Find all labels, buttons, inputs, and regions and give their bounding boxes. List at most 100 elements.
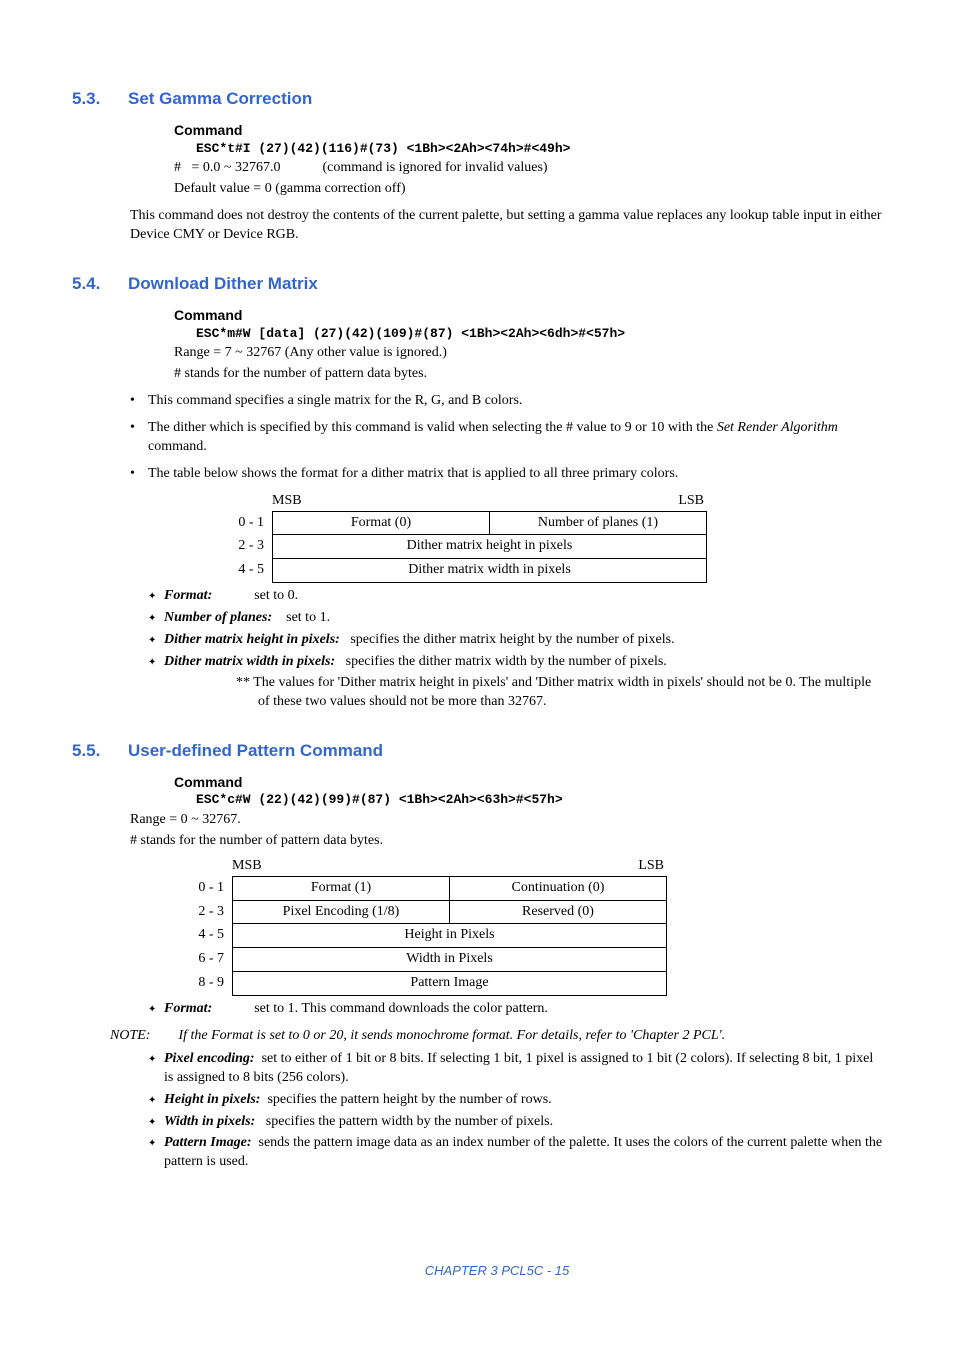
table-row: 0 - 1 Format (1) Continuation (0) [180,876,667,900]
row-label: 2 - 3 [180,900,233,924]
row-label: 0 - 1 [180,876,233,900]
label: Pattern Image: [164,1135,252,1150]
label: Height in pixels: [164,1092,260,1107]
table-5-4: 0 - 1 Format (0) Number of planes (1) 2 … [220,511,707,584]
line-default-5-3: Default value = 0 (gamma correction off) [174,180,884,199]
msb-label: MSB [232,857,262,876]
rest: sends the pattern image data as an index… [164,1135,882,1169]
sub-5-5-width: Width in pixels: specifies the pattern w… [148,1113,884,1132]
msb-lsb-row-5-5: MSB LSB [180,857,664,876]
sub-5-5-pixel: Pixel encoding: set to either of 1 bit o… [148,1050,884,1088]
label: Width in pixels: [164,1114,255,1129]
row-label: 6 - 7 [180,948,233,972]
cell: Pixel Encoding (1/8) [233,900,450,924]
sub-5-4-planes: Number of planes: set to 1. [148,609,884,628]
label: Pixel encoding: [164,1051,255,1066]
msb-label: MSB [272,492,302,511]
command-code-5-4: ESC*m#W [data] (27)(42)(109)#(87) <1Bh><… [196,325,884,343]
line-hash-5-3: # = 0.0 ~ 32767.0 (command is ignored fo… [174,159,884,178]
note-label: NOTE: [110,1028,150,1043]
section-5-3-num: 5.3. [72,88,108,111]
section-5-4-num: 5.4. [72,273,108,296]
sub-5-4-format: Format: set to 0. [148,587,884,606]
command-code-5-5: ESC*c#W (22)(42)(99)#(87) <1Bh><2Ah><63h… [196,791,884,809]
row-label: 4 - 5 [220,559,273,583]
cell: Dither matrix height in pixels [273,535,707,559]
bullet-5-4-3: The table below shows the format for a d… [130,465,884,484]
sub-5-5-height: Height in pixels: specifies the pattern … [148,1091,884,1110]
command-label-5-5: Command [174,773,884,792]
b2-ital: Set Render Algorithm [717,420,838,435]
section-5-4-heading: 5.4. Download Dither Matrix [72,273,884,296]
command-label-5-3: Command [174,121,884,140]
page-footer: CHAPTER 3 PCL5C - 15 [110,1262,884,1280]
msb-lsb-row-5-4: MSB LSB [220,492,704,511]
row-label: 0 - 1 [220,511,273,535]
table-row: 8 - 9 Pattern Image [180,972,667,996]
sub-5-4-width: Dither matrix width in pixels: specifies… [148,653,884,712]
rest: specifies the pattern height by the numb… [267,1092,551,1107]
cell: Width in Pixels [233,948,667,972]
table-row: 6 - 7 Width in Pixels [180,948,667,972]
line-stands-5-5: # stands for the number of pattern data … [130,832,884,851]
b2-before: The dither which is specified by this co… [148,420,717,435]
cell: Height in Pixels [233,924,667,948]
b2-after: command. [148,439,207,454]
section-5-3-title: Set Gamma Correction [128,88,312,111]
lsb-label: LSB [638,857,664,876]
rest: set to 1. [286,610,330,625]
line-range-5-5: Range = 0 ~ 32767. [130,811,884,830]
hash-content: # = 0.0 ~ 32767.0 (command is ignored fo… [174,160,548,175]
row-label: 8 - 9 [180,972,233,996]
section-5-5-title: User-defined Pattern Command [128,740,383,763]
cell: Continuation (0) [450,876,667,900]
table-5-4-wrap: MSB LSB 0 - 1 Format (0) Number of plane… [220,492,884,584]
sub-5-4-height: Dither matrix height in pixels: specifie… [148,631,884,650]
command-label-5-4: Command [174,306,884,325]
section-5-3-heading: 5.3. Set Gamma Correction [72,88,884,111]
rest: set to either of 1 bit or 8 bits. If sel… [164,1051,873,1085]
table-row: 4 - 5 Dither matrix width in pixels [220,559,707,583]
row-label: 2 - 3 [220,535,273,559]
cell: Pattern Image [233,972,667,996]
note-text: If the Format is set to 0 or 20, it send… [178,1028,725,1043]
line-stands-5-4: # stands for the number of pattern data … [174,365,884,384]
rest: set to 1. This command downloads the col… [254,1001,548,1016]
table-row: 2 - 3 Pixel Encoding (1/8) Reserved (0) [180,900,667,924]
table-5-5: 0 - 1 Format (1) Continuation (0) 2 - 3 … [180,876,667,996]
sublist-5-5b: Pixel encoding: set to either of 1 bit o… [148,1050,884,1172]
note-stars-5-4: ** The values for 'Dither matrix height … [236,674,884,712]
table-row: 2 - 3 Dither matrix height in pixels [220,535,707,559]
bullet-5-4-2: The dither which is specified by this co… [130,419,884,457]
table-5-5-wrap: MSB LSB 0 - 1 Format (1) Continuation (0… [180,857,884,996]
table-row: 0 - 1 Format (0) Number of planes (1) [220,511,707,535]
row-label: 4 - 5 [180,924,233,948]
cell: Reserved (0) [450,900,667,924]
note-5-5: NOTE: If the Format is set to 0 or 20, i… [110,1027,884,1046]
rest: specifies the dither matrix height by th… [350,632,674,647]
section-5-5-num: 5.5. [72,740,108,763]
sublist-5-5a: Format: set to 1. This command downloads… [148,1000,884,1019]
label: Number of planes: [164,610,272,625]
line-range-5-4: Range = 7 ~ 32767 (Any other value is ig… [174,344,884,363]
rest: specifies the dither matrix width by the… [346,654,667,669]
cell: Dither matrix width in pixels [273,559,707,583]
sublist-5-4: Format: set to 0. Number of planes: set … [148,587,884,711]
table-row: 4 - 5 Height in Pixels [180,924,667,948]
cell: Format (0) [273,511,490,535]
section-5-4-title: Download Dither Matrix [128,273,318,296]
sub-5-5-pattern: Pattern Image: sends the pattern image d… [148,1134,884,1172]
bullet-5-4-1: This command specifies a single matrix f… [130,392,884,411]
label: Format: [164,588,212,603]
label: Dither matrix height in pixels: [164,632,340,647]
rest: specifies the pattern width by the numbe… [266,1114,553,1129]
section-5-5-heading: 5.5. User-defined Pattern Command [72,740,884,763]
label: Format: [164,1001,212,1016]
para-5-3: This command does not destroy the conten… [130,207,884,245]
label: Dither matrix width in pixels: [164,654,335,669]
bullets-5-4: This command specifies a single matrix f… [130,392,884,484]
lsb-label: LSB [678,492,704,511]
command-code-5-3: ESC*t#I (27)(42)(116)#(73) <1Bh><2Ah><74… [196,140,884,158]
cell: Number of planes (1) [490,511,707,535]
sub-5-5-format: Format: set to 1. This command downloads… [148,1000,884,1019]
